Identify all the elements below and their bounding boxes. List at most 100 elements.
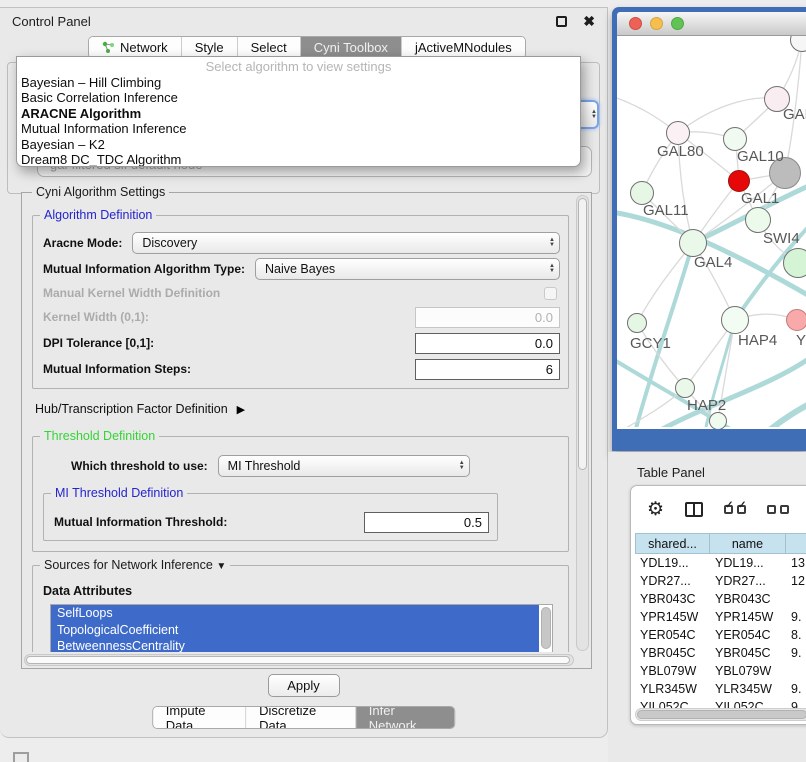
network-node[interactable] (679, 229, 707, 257)
attribute-item[interactable]: TopologicalCoefficient (51, 622, 539, 639)
mi-threshold-field[interactable]: 0.5 (364, 512, 489, 533)
scrollbar-thumb[interactable] (26, 656, 570, 664)
column-header[interactable]: shared... (635, 533, 710, 554)
mi-threshold-label: Mutual Information Threshold: (54, 515, 227, 529)
node-label-gal1: GAL1 (741, 190, 779, 207)
algorithm-option[interactable]: Mutual Information Inference (17, 121, 580, 136)
settings-vertical-scrollbar[interactable] (576, 195, 589, 651)
network-node[interactable] (666, 121, 690, 145)
minimize-traffic-light-icon[interactable] (650, 17, 663, 30)
network-canvas[interactable]: GALGAL80GAL10GAL1GAL11SWI4GAL4GCY1HAP4YH… (617, 36, 806, 429)
data-attributes-list[interactable]: SelfLoopsTopologicalCoefficientBetweenne… (50, 604, 553, 652)
apply-button[interactable]: Apply (268, 674, 340, 697)
network-node[interactable] (728, 170, 750, 192)
aracne-mode-label: Aracne Mode: (43, 236, 122, 250)
bottom-tabbar: Impute DataDiscretize DataInfer Network (152, 706, 456, 729)
mi-threshold-group-title: MI Threshold Definition (51, 486, 187, 500)
table-cell: 9. (786, 644, 806, 662)
which-threshold-value: MI Threshold (228, 459, 301, 473)
aracne-mode-value: Discovery (142, 236, 197, 250)
tab-discretize-data[interactable]: Discretize Data (246, 707, 356, 728)
sources-title: Sources for Network Inference ▼ (40, 558, 230, 572)
tab-infer-network[interactable]: Infer Network (356, 707, 454, 728)
scrollbar-thumb[interactable] (578, 198, 587, 470)
network-window: GALGAL80GAL10GAL1GAL11SWI4GAL4GCY1HAP4YH… (612, 7, 806, 451)
table-row[interactable]: YLR345WYLR345W9. (635, 680, 806, 698)
mi-type-combo[interactable]: Naive Bayes ▲▼ (255, 258, 560, 280)
network-window-titlebar[interactable] (617, 12, 806, 36)
scrollbar-thumb[interactable] (637, 710, 806, 719)
threshold-definition-title: Threshold Definition (40, 429, 159, 443)
tab-style[interactable]: Style (182, 37, 238, 58)
tab-jactivemnodules[interactable]: jActiveMNodules (402, 37, 525, 58)
sources-title-text: Sources for Network Inference (44, 558, 213, 572)
close-traffic-light-icon[interactable] (629, 17, 642, 30)
column-header[interactable]: name (710, 533, 786, 554)
cyni-settings-pane: Cyni Algorithm Settings Algorithm Defini… (21, 192, 592, 669)
table-row[interactable]: YDL19...YDL19...13 (635, 554, 806, 572)
list-vertical-scrollbar[interactable] (541, 607, 551, 649)
table-row[interactable]: YBL079WYBL079W (635, 662, 806, 680)
kernel-width-field[interactable]: 0.0 (415, 307, 560, 328)
hub-definition-expander[interactable]: Hub/Transcription Factor Definition ▶ (35, 398, 569, 420)
sources-group: Sources for Network Inference ▼ Data Att… (32, 565, 569, 652)
table-horizontal-scrollbar[interactable] (635, 708, 806, 721)
algorithm-option[interactable]: ARACNE Algorithm (17, 106, 580, 121)
algorithm-option[interactable]: Dream8 DC_TDC Algorithm (17, 152, 580, 167)
checked-box-icon (724, 505, 733, 514)
close-icon[interactable]: ✖ (583, 14, 595, 28)
dpi-tolerance-field[interactable]: 0.0 (415, 333, 560, 354)
table-cell: 9. (786, 608, 806, 626)
table-row[interactable]: YDR27...YDR27...12 (635, 572, 806, 590)
table-row[interactable]: YBR045CYBR045C9. (635, 644, 806, 662)
aracne-mode-combo[interactable]: Discovery ▲▼ (132, 232, 560, 254)
node-label-gal4: GAL4 (694, 254, 732, 271)
columns-icon[interactable] (685, 502, 703, 517)
combo-spinner-icon: ▲▼ (549, 264, 555, 274)
settings-pane-title: Cyni Algorithm Settings (32, 185, 169, 199)
table-cell: YER054C (710, 626, 786, 644)
table-row[interactable]: YBR043CYBR043C (635, 590, 806, 608)
network-node[interactable] (721, 306, 749, 334)
algorithm-option[interactable]: Bayesian – Hill Climbing (17, 75, 580, 90)
dock-panel-icon[interactable] (13, 752, 29, 762)
algorithm-option[interactable]: Bayesian – K2 (17, 137, 580, 152)
tab-impute-data[interactable]: Impute Data (153, 707, 246, 728)
gear-icon[interactable]: ⚙ (647, 500, 664, 519)
network-node[interactable] (786, 309, 806, 331)
which-threshold-combo[interactable]: MI Threshold ▲▼ (218, 455, 470, 477)
combo-spinner-icon: ▲▼ (549, 238, 555, 248)
network-node[interactable] (709, 412, 727, 429)
tab-network[interactable]: Network (89, 37, 182, 58)
table-row[interactable]: YPR145WYPR145W9. (635, 608, 806, 626)
expander-down-arrow-icon[interactable]: ▼ (216, 561, 226, 572)
network-node[interactable] (627, 313, 647, 333)
table-cell: YDR27... (635, 572, 710, 590)
network-node[interactable] (783, 248, 806, 278)
node-label-gal11: GAL11 (643, 202, 689, 219)
manual-kernel-checkbox[interactable] (544, 287, 557, 300)
node-label-swi4: SWI4 (763, 230, 800, 247)
control-panel-header: Control Panel ✖ (0, 8, 607, 34)
select-all-checks-icon[interactable] (724, 505, 746, 514)
table-row[interactable]: YER054CYER054C8. (635, 626, 806, 644)
node-table: shared...nameA YDL19...YDL19...13YDR27..… (635, 533, 806, 724)
network-node[interactable] (675, 378, 695, 398)
mi-steps-field[interactable]: 6 (415, 359, 560, 380)
dpi-tolerance-row: DPI Tolerance [0,1]: 0.0 (43, 330, 560, 356)
deselect-all-checks-icon[interactable] (767, 505, 789, 514)
tab-select[interactable]: Select (238, 37, 301, 58)
column-header[interactable]: A (786, 533, 806, 554)
manual-kernel-row: Manual Kernel Width Definition (43, 282, 560, 304)
algorithm-option[interactable]: Basic Correlation Inference (17, 90, 580, 105)
tab-cyni-toolbox[interactable]: Cyni Toolbox (301, 37, 402, 58)
zoom-traffic-light-icon[interactable] (671, 17, 684, 30)
settings-horizontal-scrollbar[interactable] (24, 654, 574, 666)
float-window-icon[interactable] (556, 16, 567, 27)
table-cell: 13 (786, 554, 806, 572)
mi-steps-label: Mutual Information Steps: (43, 362, 191, 376)
table-cell: 8. (786, 626, 806, 644)
attribute-item[interactable]: SelfLoops (51, 605, 539, 622)
table-cell: YBR045C (635, 644, 710, 662)
attribute-item[interactable]: BetweennessCentrality (51, 638, 539, 652)
